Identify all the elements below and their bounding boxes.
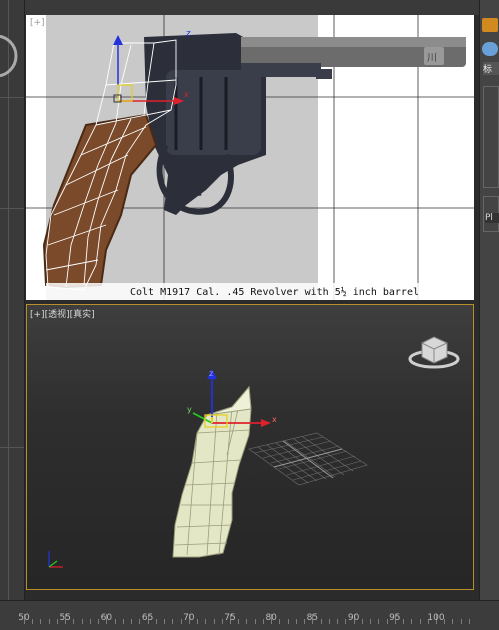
timeline-tick xyxy=(172,619,174,624)
timeline-tick xyxy=(48,619,50,624)
timeline-tick xyxy=(452,619,454,624)
timeline-tick xyxy=(304,619,306,624)
timeline-tick xyxy=(361,619,363,624)
gizmo3d-y-label: y xyxy=(187,405,192,414)
timeline-tick xyxy=(337,619,339,624)
command-panel[interactable]: 标 Pl xyxy=(479,0,499,600)
timeline-tick xyxy=(262,619,264,624)
timeline-tick-label: 80 xyxy=(265,613,277,623)
timeline-tick xyxy=(246,619,248,624)
timeline-tick xyxy=(386,619,388,624)
timeline-tick xyxy=(73,619,75,624)
timeline-tick xyxy=(345,619,347,624)
sphere-icon[interactable] xyxy=(482,42,498,56)
timeline-tick-label: 50 xyxy=(18,613,30,623)
timeline-tick xyxy=(411,619,413,624)
timeline-tick xyxy=(460,619,462,624)
timeline-tick xyxy=(205,619,207,624)
timeline-tick xyxy=(139,619,141,624)
timeline-tick-label: 70 xyxy=(183,613,195,623)
timeline-tick xyxy=(131,619,133,624)
rollout-box xyxy=(483,86,499,188)
timeline-tick xyxy=(114,619,116,624)
viewport-menu-label[interactable]: [+] xyxy=(30,18,45,28)
left-viewport-strip[interactable] xyxy=(0,0,25,600)
timeline-tick-label: 90 xyxy=(347,613,360,623)
panel-item-label-2[interactable]: Pl xyxy=(485,213,499,223)
timeline-tick xyxy=(180,619,182,624)
gizmo-z-label: z xyxy=(186,29,191,39)
panel-item-label[interactable]: 标 xyxy=(483,62,499,75)
timeline-tick xyxy=(370,619,372,624)
timeline-tick xyxy=(320,619,322,624)
world-axis-icon xyxy=(48,551,63,568)
timeline-tick xyxy=(287,619,289,624)
gizmo-x-label: x xyxy=(184,90,189,99)
timeline-tick xyxy=(164,619,166,624)
timeline-tick xyxy=(98,619,100,624)
timeline-tick-label: 95 xyxy=(389,613,401,623)
ground-grid xyxy=(248,432,368,486)
perspective-viewport[interactable]: z x y xyxy=(26,304,474,590)
timeline-tick-label: 100 xyxy=(427,613,445,623)
timeline-tick xyxy=(221,619,223,624)
timeline-tick xyxy=(254,619,256,624)
gizmo3d-x-label: x xyxy=(272,415,277,424)
timeline-tick xyxy=(279,619,281,624)
timeline-tick xyxy=(238,619,240,624)
gizmo3d-z-label: z xyxy=(209,369,214,378)
timeline-tick-label: 60 xyxy=(100,613,113,623)
timeline-tick xyxy=(89,619,91,624)
timeline-tick-label: 85 xyxy=(306,613,319,623)
timeline-tick xyxy=(295,619,297,624)
front-viewport[interactable]: z x 川 Colt M1917 Cal. .45 Revolver with … xyxy=(26,15,474,300)
perspective-viewport-label[interactable]: [+][透视][真实] xyxy=(30,307,95,320)
timeline-tick-label: 75 xyxy=(224,613,236,623)
timeline-tick-label: 55 xyxy=(59,613,71,623)
timeline-ruler[interactable]: 50 55 60 65 70 75 80 85 90 95 100 xyxy=(0,600,499,630)
sun-icon[interactable] xyxy=(482,18,498,32)
timeline-tick xyxy=(468,619,470,624)
timeline-tick xyxy=(213,619,215,624)
timeline-tick xyxy=(32,619,34,624)
timeline-tick xyxy=(378,619,380,624)
timeline-tick xyxy=(403,619,405,624)
reference-caption: Colt M1917 Cal. .45 Revolver with 5½ inc… xyxy=(130,287,419,298)
timeline-tick xyxy=(419,619,421,624)
barrel-stamp: 川 xyxy=(427,53,437,64)
timeline-tick xyxy=(155,619,157,624)
timeline-tick xyxy=(56,619,58,624)
timeline-tick xyxy=(197,619,199,624)
timeline-tick xyxy=(81,619,83,624)
viewcube-partial-icon xyxy=(0,34,18,78)
viewcube-icon[interactable] xyxy=(408,336,460,369)
timeline-tick xyxy=(40,619,42,624)
viewport-header-bar xyxy=(24,0,479,15)
timeline-tick xyxy=(122,619,124,624)
timeline-tick xyxy=(328,619,330,624)
timeline-tick-label: 65 xyxy=(141,613,154,623)
